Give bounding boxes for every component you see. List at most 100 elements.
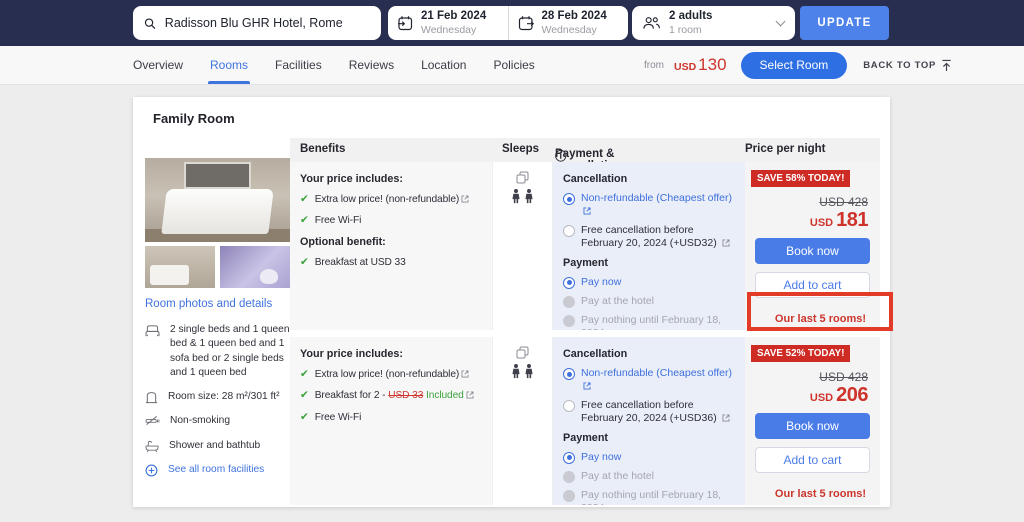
- tab-location[interactable]: Location: [421, 46, 466, 84]
- shower-bathtub-icon: [145, 440, 159, 453]
- external-link-icon[interactable]: [583, 382, 591, 390]
- cancellation-label: Cancellation: [563, 348, 735, 360]
- rate2-payment-cell: Cancellation Non-refundable (Cheapest of…: [553, 337, 745, 505]
- destination-search[interactable]: [133, 6, 381, 40]
- payment-label: Payment: [563, 257, 735, 269]
- external-link-icon[interactable]: [466, 391, 474, 399]
- pay-option-hotel: Pay at the hotel: [563, 470, 735, 483]
- radio-selected-icon[interactable]: [563, 277, 575, 289]
- add-to-cart-button[interactable]: Add to cart: [755, 447, 870, 473]
- pay-option-now[interactable]: Pay now: [563, 451, 735, 464]
- sleeps-occupancy: [511, 189, 534, 204]
- includes-label: Your price includes:: [300, 348, 482, 360]
- rate2-benefits-cell: Your price includes: ✔ Extra low price! …: [290, 337, 492, 505]
- detail-beds: 2 single beds and 1 queen bed & 1 queen …: [145, 323, 290, 380]
- payment-label: Payment: [563, 432, 735, 444]
- tab-reviews[interactable]: Reviews: [349, 46, 394, 84]
- external-link-icon[interactable]: [722, 239, 730, 247]
- guests-selector[interactable]: 2 adults 1 room: [632, 6, 795, 40]
- compare-icon[interactable]: [516, 171, 529, 184]
- checkin-picker[interactable]: 21 Feb 2024 Wednesday: [388, 6, 508, 40]
- radio-selected-icon[interactable]: [563, 193, 575, 205]
- detail-shower: Shower and bathtub: [145, 439, 290, 453]
- cancel-option-nonrefundable[interactable]: Non-refundable (Cheapest offer): [563, 367, 735, 393]
- check-icon: ✔: [300, 214, 309, 227]
- calendar-checkout-icon: [518, 15, 534, 31]
- tab-overview[interactable]: Overview: [133, 46, 183, 84]
- back-to-top-button[interactable]: BACK TO TOP: [863, 59, 952, 72]
- breakfast-old-price: USD 33: [388, 390, 423, 401]
- chevron-down-icon: [776, 17, 786, 27]
- sleeps-occupancy: [511, 364, 534, 379]
- tab-facilities[interactable]: Facilities: [275, 46, 322, 84]
- destination-input[interactable]: [165, 16, 370, 30]
- benefit-item: ✔ Breakfast at USD 33: [300, 256, 482, 269]
- radio-selected-icon[interactable]: [563, 452, 575, 464]
- cancel-option-nonrefundable[interactable]: Non-refundable (Cheapest offer): [563, 192, 735, 218]
- person-icon: [511, 364, 521, 379]
- radio-selected-icon[interactable]: [563, 368, 575, 380]
- pay-option-now[interactable]: Pay now: [563, 276, 735, 289]
- save-badge: SAVE 58% TODAY!: [751, 170, 850, 187]
- checkin-date: 21 Feb 2024: [421, 9, 486, 23]
- rate2-sleeps-cell: [492, 337, 553, 505]
- rate-row-2: Your price includes: ✔ Extra low price! …: [290, 337, 880, 505]
- update-button[interactable]: UPDATE: [800, 6, 889, 40]
- pay-option-later: Pay nothing until February 18, 2024: [563, 489, 735, 505]
- cancel-option-free[interactable]: Free cancellation before February 20, 20…: [563, 224, 735, 250]
- breakfast-included: Included: [426, 390, 464, 401]
- compare-icon[interactable]: [516, 346, 529, 359]
- radio-disabled-icon: [563, 296, 575, 308]
- add-to-cart-button[interactable]: Add to cart: [755, 272, 870, 298]
- save-badge: SAVE 52% TODAY!: [751, 345, 850, 362]
- rate1-benefits-cell: Your price includes: ✔ Extra low price! …: [290, 162, 492, 330]
- room-photos-link[interactable]: Room photos and details: [145, 298, 290, 310]
- tab-rooms[interactable]: Rooms: [210, 46, 248, 84]
- room-photo-thumb-bedroom[interactable]: [145, 246, 215, 288]
- check-icon: ✔: [300, 193, 309, 206]
- person-icon: [524, 189, 534, 204]
- external-link-icon[interactable]: [461, 195, 469, 203]
- rate1-sleeps-cell: [492, 162, 553, 330]
- cancel-option-free[interactable]: Free cancellation before February 20, 20…: [563, 399, 735, 425]
- rooms-summary: 1 room: [669, 24, 712, 37]
- radio-disabled-icon: [563, 490, 575, 502]
- checkout-picker[interactable]: 28 Feb 2024 Wednesday: [508, 6, 629, 40]
- rate-column-headers: Benefits Sleeps Payment & cancellationⓘ …: [290, 138, 880, 162]
- external-link-icon[interactable]: [461, 370, 469, 378]
- benefit-item: ✔ Free Wi-Fi: [300, 214, 482, 227]
- column-sleeps: Sleeps: [502, 143, 539, 155]
- arrow-up-icon: [941, 59, 952, 72]
- radio-unselected-icon[interactable]: [563, 225, 575, 237]
- radio-unselected-icon[interactable]: [563, 400, 575, 412]
- benefit-item: ✔ Extra low price! (non-refundable): [300, 368, 482, 381]
- guests-summary: 2 adults: [669, 9, 712, 23]
- book-now-button[interactable]: Book now: [755, 238, 870, 264]
- pay-option-later: Pay nothing until February 18, 2024: [563, 314, 735, 330]
- price-value: 181: [836, 209, 868, 231]
- current-price: USD206: [753, 384, 872, 407]
- external-link-icon[interactable]: [583, 207, 591, 215]
- checkout-day: Wednesday: [542, 24, 607, 37]
- external-link-icon[interactable]: [722, 414, 730, 422]
- price-currency: USD: [810, 217, 833, 229]
- tab-policies[interactable]: Policies: [493, 46, 534, 84]
- from-currency: USD: [674, 61, 696, 73]
- scarcity-message: Our last 5 rooms!: [753, 313, 872, 325]
- select-room-button[interactable]: Select Room: [741, 52, 848, 79]
- room-photos-column: Room photos and details 2 single beds an…: [145, 158, 290, 477]
- check-icon: ✔: [300, 256, 309, 269]
- room-photo-main[interactable]: [145, 158, 290, 242]
- benefit-item: ✔ Extra low price! (non-refundable): [300, 193, 482, 206]
- price-currency: USD: [810, 392, 833, 404]
- guests-icon: [643, 16, 660, 30]
- search-icon: [144, 17, 156, 30]
- see-all-facilities-link[interactable]: See all room facilities: [145, 463, 290, 477]
- radio-disabled-icon: [563, 471, 575, 483]
- calendar-checkin-icon: [397, 15, 413, 31]
- book-now-button[interactable]: Book now: [755, 413, 870, 439]
- room-photo-thumb-bathroom[interactable]: [220, 246, 290, 288]
- checkout-date: 28 Feb 2024: [542, 9, 607, 23]
- wall-art: [184, 162, 251, 189]
- hotel-section-nav: Overview Rooms Facilities Reviews Locati…: [0, 46, 1024, 85]
